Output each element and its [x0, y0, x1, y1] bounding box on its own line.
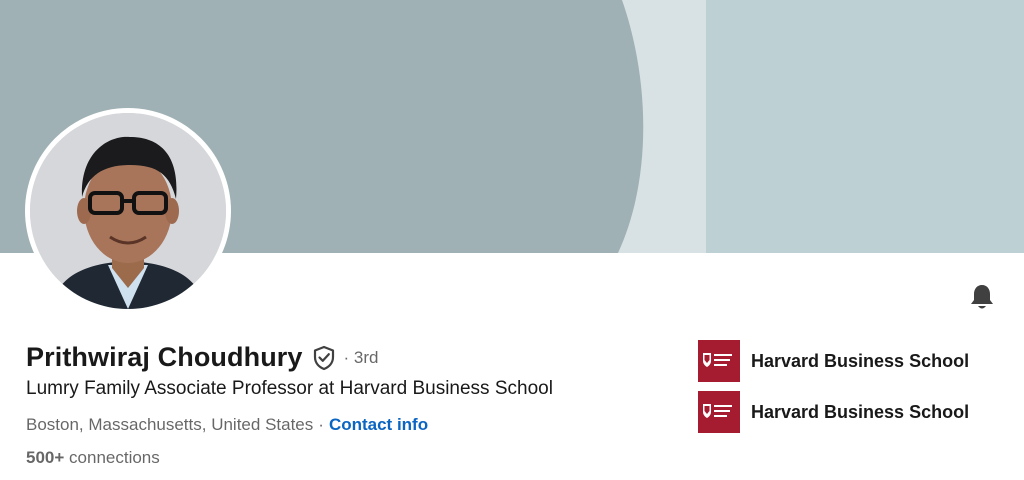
- experience-education-list: Harvard Business School Harvard Business…: [698, 340, 969, 442]
- connections-count[interactable]: 500+ connections: [26, 448, 160, 468]
- connection-degree: · 3rd: [343, 347, 379, 367]
- org-name: Harvard Business School: [751, 350, 970, 371]
- avatar: [30, 113, 226, 309]
- harvard-business-school-logo: [698, 340, 740, 382]
- connections-label: connections: [69, 448, 160, 467]
- location-row: Boston, Massachusetts, United States · C…: [26, 415, 428, 435]
- shield-check-icon[interactable]: [312, 345, 336, 371]
- profile-photo[interactable]: [25, 108, 231, 314]
- connections-number: 500+: [26, 448, 65, 467]
- harvard-business-school-logo: [698, 391, 740, 433]
- notifications-bell-button[interactable]: [962, 279, 1002, 319]
- org-name: Harvard Business School: [751, 401, 970, 422]
- profile-name: Prithwiraj Choudhury: [26, 342, 303, 372]
- org-item-education[interactable]: Harvard Business School: [698, 391, 969, 433]
- bell-icon: [969, 283, 995, 316]
- contact-info-link[interactable]: Contact info: [329, 415, 428, 435]
- profile-headline: Lumry Family Associate Professor at Harv…: [26, 378, 553, 399]
- separator-dot: ·: [318, 415, 324, 434]
- profile-location: Boston, Massachusetts, United States: [26, 415, 314, 434]
- name-row: Prithwiraj Choudhury · 3rd: [26, 342, 378, 373]
- org-item-current-company[interactable]: Harvard Business School: [698, 340, 969, 382]
